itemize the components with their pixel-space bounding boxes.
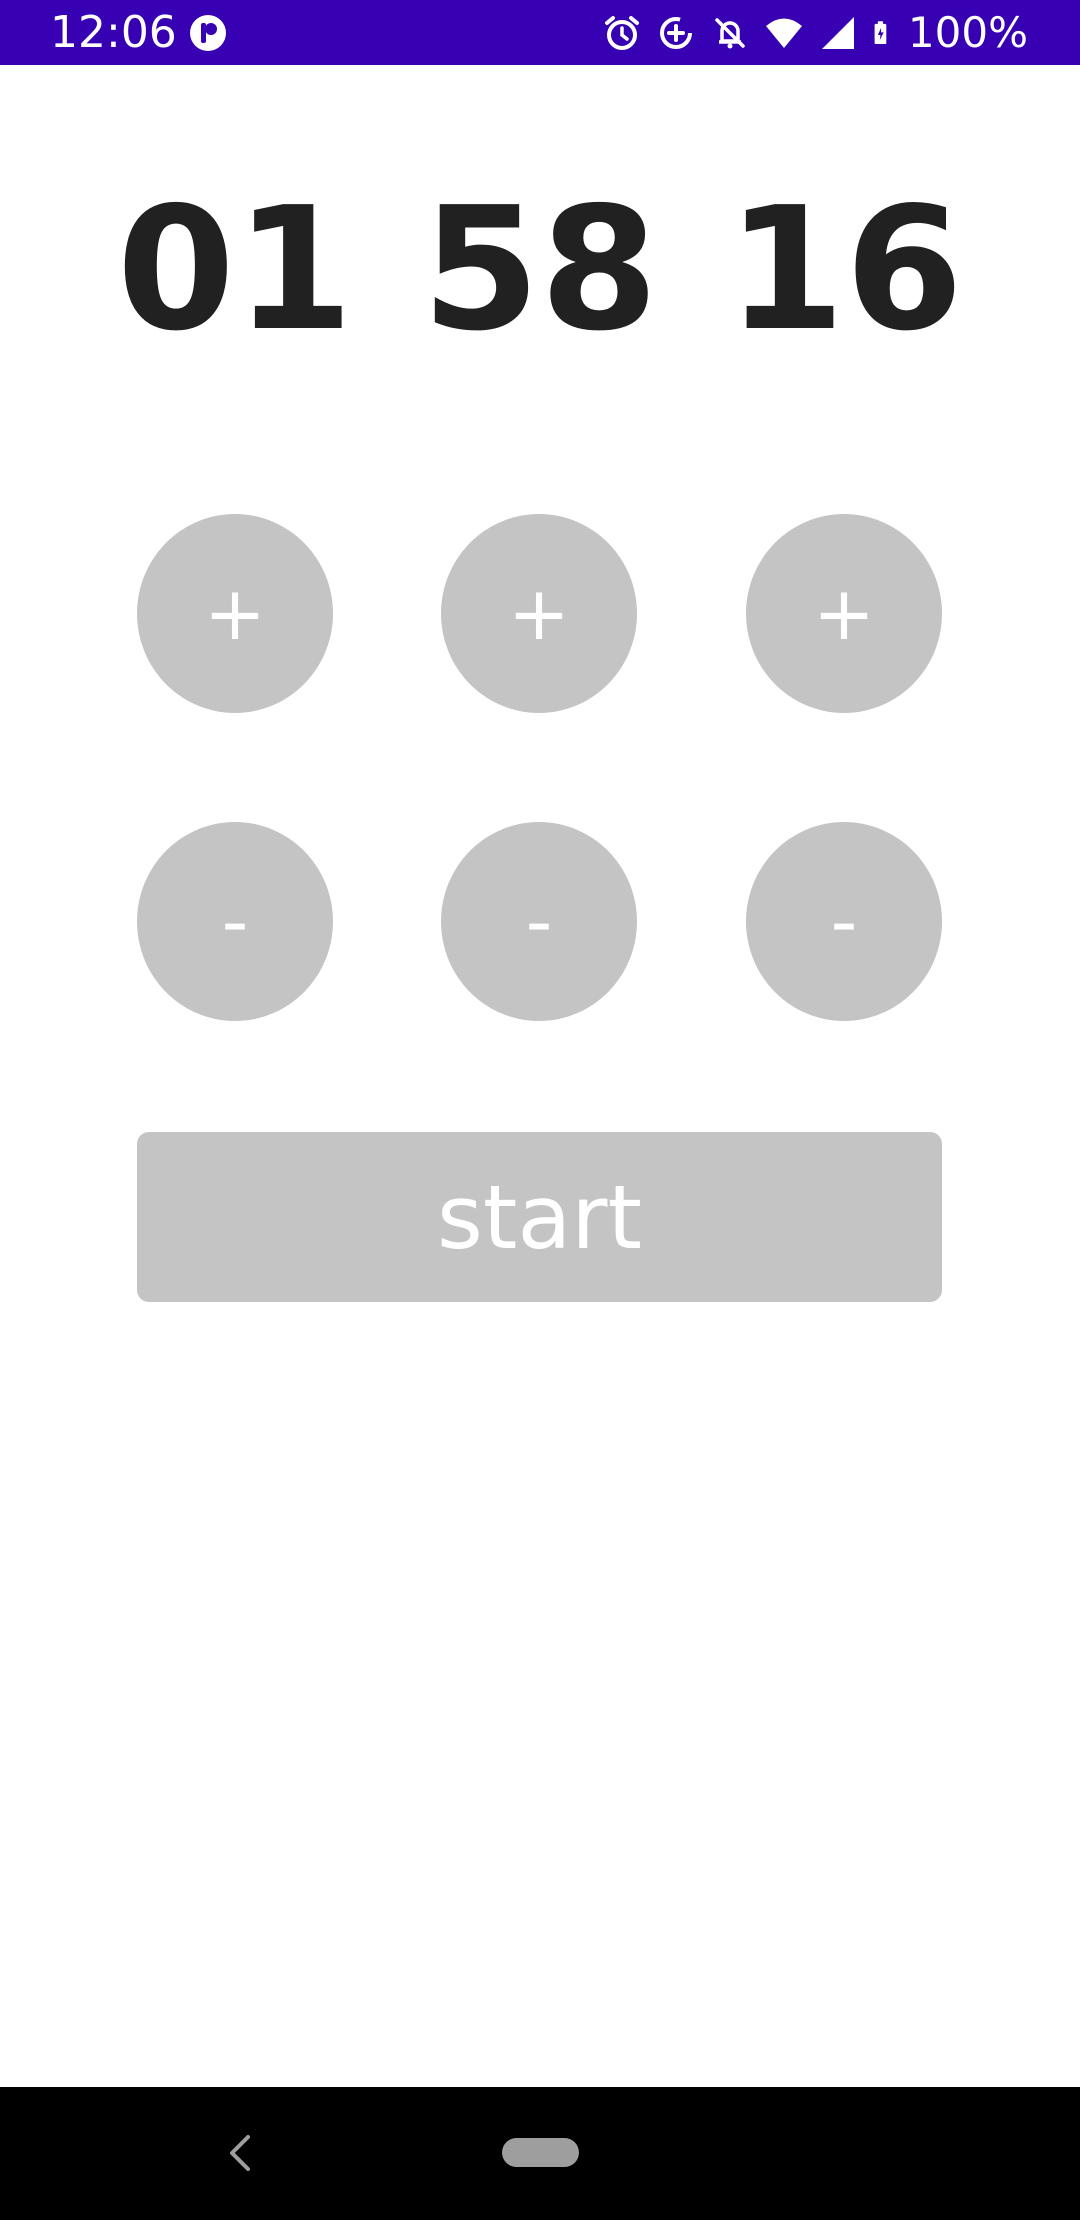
status-icons: 100%: [602, 0, 1028, 65]
status-bar: 12:06 100%: [0, 0, 1080, 65]
battery-percent: 100%: [907, 7, 1028, 57]
hours-increment-button[interactable]: +: [137, 514, 333, 713]
seconds-decrement-button[interactable]: -: [746, 822, 942, 1021]
signal-icon: [821, 16, 854, 49]
notifications-off-icon: [715, 17, 745, 48]
battery-charging-icon: [874, 20, 887, 44]
seconds-display: 16: [726, 171, 964, 369]
home-pill-icon[interactable]: [502, 2138, 579, 2167]
navigation-bar: [0, 2087, 1080, 2220]
start-button[interactable]: start: [137, 1132, 942, 1302]
alarm-icon: [604, 15, 639, 50]
back-icon[interactable]: [222, 2131, 258, 2175]
app-notification-icon: [190, 15, 226, 51]
wifi-icon: [765, 18, 802, 48]
seconds-increment-button[interactable]: +: [746, 514, 942, 713]
data-saver-icon: [659, 16, 692, 49]
hours-decrement-button[interactable]: -: [137, 822, 333, 1021]
minutes-display: 58: [421, 171, 659, 369]
minutes-decrement-button[interactable]: -: [441, 822, 637, 1021]
status-time: 12:06: [50, 7, 177, 58]
hours-display: 01: [116, 171, 354, 369]
minutes-increment-button[interactable]: +: [441, 514, 637, 713]
timer-screen: 12:06 100% 01 58 16 + + + - - - start: [0, 0, 1080, 2220]
